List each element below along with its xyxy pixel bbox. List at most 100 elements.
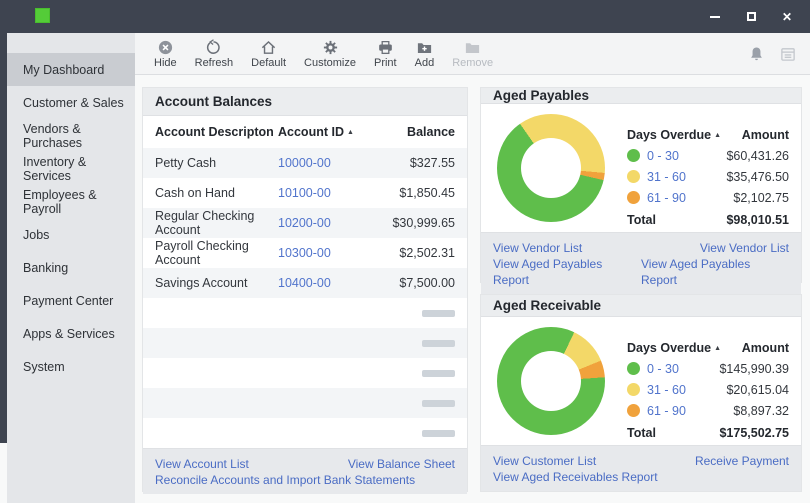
table-row: Cash on Hand 10100-00 $1,850.45 [143,178,467,208]
legend-dot-yellow [627,170,640,183]
range-31-60-link[interactable]: 31 - 60 [647,383,686,397]
aged-payables-donut-chart[interactable] [497,114,605,222]
sidebar-item-banking[interactable]: Banking [7,251,135,284]
account-id-link[interactable]: 10400-00 [278,276,331,290]
customize-button[interactable]: Customize [295,34,365,74]
legend-row: 0 - 30 $60,431.26 [627,145,789,166]
legend-dot-green [627,149,640,162]
account-id-link[interactable]: 10000-00 [278,156,331,170]
legend-dot-yellow [627,383,640,396]
account-id-link[interactable]: 10300-00 [278,246,331,260]
amount-value: $20,615.04 [726,383,789,397]
aged-receivable-donut-chart[interactable] [497,327,605,435]
skeleton-row [143,388,467,418]
account-balance: $7,500.00 [373,276,455,290]
sidebar-item-vendors-purchases[interactable]: Vendors & Purchases [7,119,135,152]
account-balances-footer: View Account List View Balance Sheet Rec… [143,448,467,494]
range-31-60-link[interactable]: 31 - 60 [647,170,686,184]
legend-dot-green [627,362,640,375]
view-aged-receivables-report-link[interactable]: View Aged Receivables Report [493,469,658,485]
amount-value: $8,897.32 [733,404,789,418]
folder-plus-icon [416,39,433,56]
sidebar-item-customer-sales[interactable]: Customer & Sales [7,86,135,119]
minimize-icon [710,16,720,18]
sidebar-item-jobs[interactable]: Jobs [7,218,135,251]
account-description: Regular Checking Account [155,209,278,237]
aged-receivable-panel: Aged Receivable Days Overdue▲ Amount 0 -… [480,294,802,492]
account-balance: $327.55 [373,156,455,170]
aged-receivable-footer: View Customer List Receive Payment View … [481,445,801,491]
legend-row: 61 - 90 $8,897.32 [627,400,789,421]
sidebar-item-apps-services[interactable]: Apps & Services [7,317,135,350]
view-vendor-list-link[interactable]: View Vendor List [493,240,582,256]
skeleton-bar [422,400,455,407]
minimize-button[interactable] [708,10,722,24]
left-accent-strip [0,33,7,443]
close-button[interactable]: ✕ [780,10,794,24]
sidebar: My Dashboard Customer & Sales Vendors & … [7,33,135,503]
maximize-button[interactable] [744,10,758,24]
default-button[interactable]: Default [242,34,295,74]
calendar-icon[interactable] [780,46,796,62]
notifications-bell-icon[interactable] [749,46,764,62]
sidebar-item-payment-center[interactable]: Payment Center [7,284,135,317]
sidebar-item-inventory-services[interactable]: Inventory & Services [7,152,135,185]
days-overdue-header[interactable]: Days Overdue▲ [627,341,721,355]
account-description: Cash on Hand [155,186,278,200]
range-61-90-link[interactable]: 61 - 90 [647,191,686,205]
account-id-link[interactable]: 10200-00 [278,216,331,230]
legend-row: 31 - 60 $35,476.50 [627,166,789,187]
view-customer-list-link[interactable]: View Customer List [493,453,596,469]
app-logo[interactable] [35,8,50,23]
table-row: Regular Checking Account 10200-00 $30,99… [143,208,467,238]
sidebar-item-system[interactable]: System [7,350,135,383]
aged-receivable-title: Aged Receivable [481,295,801,317]
column-account-description: Account Descripton [155,125,278,139]
view-aged-payables-report-link[interactable]: View Aged Payables Report [641,256,789,288]
range-0-30-link[interactable]: 0 - 30 [647,149,679,163]
sidebar-item-employees-payroll[interactable]: Employees & Payroll [7,185,135,218]
total-amount: $175,502.75 [719,426,789,440]
aged-payables-panel: Aged Payables Days Overdue▲ Amount 0 - 3… [480,87,802,283]
aged-payables-title: Aged Payables [481,88,801,104]
folder-remove-icon [464,39,481,56]
refresh-button[interactable]: Refresh [186,34,243,74]
view-account-list-link[interactable]: View Account List [155,456,249,472]
add-button[interactable]: Add [406,34,444,74]
account-balance: $1,850.45 [373,186,455,200]
table-row: Payroll Checking Account 10300-00 $2,502… [143,238,467,268]
table-row: Savings Account 10400-00 $7,500.00 [143,268,467,298]
window-controls: ✕ [708,0,794,33]
aged-receivable-body: Days Overdue▲ Amount 0 - 30 $145,990.39 … [481,317,801,445]
total-label: Total [627,213,656,227]
account-balance: $2,502.31 [373,246,455,260]
home-icon [260,39,277,56]
days-overdue-header[interactable]: Days Overdue▲ [627,128,721,142]
view-vendor-list-link[interactable]: View Vendor List [700,240,789,256]
view-balance-sheet-link[interactable]: View Balance Sheet [348,456,455,472]
maximize-icon [747,12,756,21]
toolbar-right-icons [749,46,796,62]
legend-total-row: Total $98,010.51 [627,208,789,232]
column-account-id[interactable]: Account ID▲ [278,125,373,139]
total-amount: $98,010.51 [726,213,789,227]
column-balance: Balance [373,125,455,139]
skeleton-row [143,328,467,358]
account-id-link[interactable]: 10100-00 [278,186,331,200]
printer-icon [377,39,394,56]
remove-button[interactable]: Remove [443,34,502,74]
account-balances-panel: Account Balances Account Descripton Acco… [142,87,468,492]
receive-payment-link[interactable]: Receive Payment [695,453,789,469]
range-0-30-link[interactable]: 0 - 30 [647,362,679,376]
hide-button[interactable]: Hide [145,34,186,74]
view-aged-payables-report-link[interactable]: View Aged Payables Report [493,256,641,288]
gear-icon [322,39,339,56]
aged-receivable-legend: Days Overdue▲ Amount 0 - 30 $145,990.39 … [627,337,789,445]
legend-dot-orange [627,191,640,204]
sidebar-item-my-dashboard[interactable]: My Dashboard [7,53,135,86]
range-61-90-link[interactable]: 61 - 90 [647,404,686,418]
account-balances-title: Account Balances [143,88,467,116]
reconcile-accounts-link[interactable]: Reconcile Accounts and Import Bank State… [155,472,415,488]
print-button[interactable]: Print [365,34,406,74]
skeleton-bar [422,430,455,437]
